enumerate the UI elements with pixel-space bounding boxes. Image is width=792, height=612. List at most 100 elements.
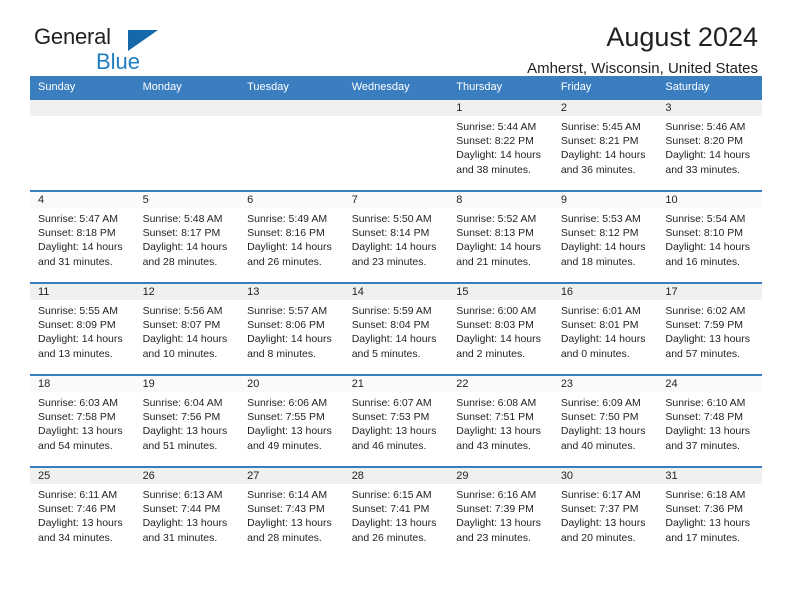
daylight-duration-line2: and 18 minutes. bbox=[560, 255, 636, 268]
calendar-day-cell[interactable]: 28 Sunrise: 6:15 AM Sunset: 7:41 PM Dayligh… bbox=[343, 466, 449, 558]
daylight-duration-line1: Daylight: 14 hours bbox=[456, 333, 541, 346]
weekday-header-tuesday: Tuesday bbox=[239, 76, 344, 99]
sunrise-time: Sunrise: 6:10 AM bbox=[665, 397, 746, 409]
calendar-day-cell[interactable]: 13 Sunrise: 5:57 AM Sunset: 8:06 PM Dayligh… bbox=[239, 282, 344, 375]
calendar-day-cell[interactable]: 3 Sunrise: 5:46 AM Sunset: 8:20 PM Daylight… bbox=[657, 98, 762, 191]
daylight-duration-line2: and 28 minutes. bbox=[247, 531, 322, 544]
day-details: Sunrise: 5:54 AM Sunset: 8:10 PM Daylight:… bbox=[657, 208, 762, 269]
calendar-day-cell[interactable]: 24 Sunrise: 6:10 AM Sunset: 7:48 PM Dayligh… bbox=[657, 374, 762, 467]
day-details: Sunrise: 5:55 AM Sunset: 8:09 PM Daylight:… bbox=[30, 300, 135, 361]
sunrise-time: Sunrise: 5:53 AM bbox=[560, 213, 641, 225]
day-details: Sunrise: 5:45 AM Sunset: 8:21 PM Daylight:… bbox=[553, 116, 658, 177]
daylight-duration-line1: Daylight: 14 hours bbox=[247, 241, 332, 254]
sunset-time: Sunset: 7:48 PM bbox=[665, 411, 744, 424]
day-details: Sunrise: 5:56 AM Sunset: 8:07 PM Daylight:… bbox=[135, 300, 240, 361]
sunset-time: Sunset: 7:46 PM bbox=[38, 503, 116, 516]
day-number: 22 bbox=[448, 376, 553, 392]
day-details: Sunrise: 5:52 AM Sunset: 8:13 PM Daylight:… bbox=[448, 208, 553, 269]
sunrise-time: Sunrise: 6:17 AM bbox=[560, 489, 641, 501]
sunrise-time: Sunrise: 5:52 AM bbox=[456, 213, 537, 225]
day-number: 5 bbox=[134, 192, 240, 208]
calendar-day-cell[interactable]: 4 Sunrise: 5:47 AM Sunset: 8:18 PM Daylight… bbox=[30, 190, 135, 283]
day-number: 26 bbox=[134, 468, 240, 484]
sunset-time: Sunset: 8:16 PM bbox=[247, 227, 325, 240]
calendar-day-cell[interactable]: 7 Sunrise: 5:50 AM Sunset: 8:14 PM Daylight… bbox=[343, 190, 449, 283]
sunrise-time: Sunrise: 6:16 AM bbox=[456, 489, 537, 501]
sunrise-time: Sunrise: 5:44 AM bbox=[456, 121, 537, 133]
calendar-day-cell[interactable]: 25 Sunrise: 6:11 AM Sunset: 7:46 PM Dayligh… bbox=[30, 466, 135, 558]
sunset-time: Sunset: 7:39 PM bbox=[456, 503, 534, 516]
sunset-time: Sunset: 8:17 PM bbox=[142, 227, 221, 240]
calendar-day-cell[interactable]: 26 Sunrise: 6:13 AM Sunset: 7:44 PM Dayligh… bbox=[134, 466, 240, 558]
calendar-day-cell[interactable]: 31 Sunrise: 6:18 AM Sunset: 7:36 PM Dayligh… bbox=[657, 466, 762, 558]
daylight-duration-line2: and 2 minutes. bbox=[456, 347, 526, 360]
calendar-day-cell[interactable]: 2 Sunrise: 5:45 AM Sunset: 8:21 PM Daylight… bbox=[552, 98, 658, 191]
calendar-day-cell[interactable]: 23 Sunrise: 6:09 AM Sunset: 7:50 PM Dayligh… bbox=[552, 374, 658, 467]
day-number: 9 bbox=[552, 192, 658, 208]
daylight-duration-line2: and 46 minutes. bbox=[351, 439, 427, 452]
calendar-day-cell[interactable]: 17 Sunrise: 6:02 AM Sunset: 7:59 PM Dayligh… bbox=[657, 282, 762, 375]
calendar-day-cell[interactable]: 8 Sunrise: 5:52 AM Sunset: 8:13 PM Daylight… bbox=[448, 190, 553, 283]
sunrise-time: Sunrise: 5:47 AM bbox=[38, 213, 118, 225]
day-details: Sunrise: 5:49 AM Sunset: 8:16 PM Daylight:… bbox=[239, 208, 344, 269]
sunset-time: Sunset: 7:56 PM bbox=[142, 411, 221, 424]
calendar-day-cell[interactable]: 14 Sunrise: 5:59 AM Sunset: 8:04 PM Dayligh… bbox=[343, 282, 449, 375]
calendar-empty-cell bbox=[30, 98, 135, 191]
sunset-time: Sunset: 8:09 PM bbox=[38, 319, 116, 332]
daylight-duration-line1: Daylight: 14 hours bbox=[351, 241, 437, 254]
calendar-page: General Blue August 2024 Amherst, Wiscon… bbox=[0, 0, 792, 612]
day-details: Sunrise: 6:14 AM Sunset: 7:43 PM Daylight:… bbox=[239, 484, 344, 545]
daylight-duration-line2: and 34 minutes. bbox=[38, 531, 113, 544]
daylight-duration-line2: and 0 minutes. bbox=[560, 347, 630, 360]
sunrise-time: Sunrise: 6:01 AM bbox=[560, 305, 641, 317]
calendar-day-cell[interactable]: 27 Sunrise: 6:14 AM Sunset: 7:43 PM Dayligh… bbox=[239, 466, 344, 558]
sunset-time: Sunset: 7:51 PM bbox=[456, 411, 534, 424]
sunrise-time: Sunrise: 5:45 AM bbox=[560, 121, 641, 133]
calendar-table: Sunday Monday Tuesday Wednesday Thursday… bbox=[30, 76, 762, 558]
calendar-day-cell[interactable]: 1 Sunrise: 5:44 AM Sunset: 8:22 PM Daylight… bbox=[448, 98, 553, 191]
calendar-day-cell[interactable]: 6 Sunrise: 5:49 AM Sunset: 8:16 PM Daylight… bbox=[239, 190, 344, 283]
calendar-day-cell[interactable]: 18 Sunrise: 6:03 AM Sunset: 7:58 PM Dayligh… bbox=[30, 374, 135, 467]
sunset-time: Sunset: 7:44 PM bbox=[142, 503, 221, 516]
calendar-day-cell[interactable]: 29 Sunrise: 6:16 AM Sunset: 7:39 PM Dayligh… bbox=[448, 466, 553, 558]
daylight-duration-line1: Daylight: 13 hours bbox=[665, 333, 751, 346]
calendar-day-cell[interactable]: 30 Sunrise: 6:17 AM Sunset: 7:37 PM Dayligh… bbox=[552, 466, 658, 558]
sunset-time: Sunset: 8:07 PM bbox=[142, 319, 221, 332]
sunset-time: Sunset: 8:14 PM bbox=[351, 227, 430, 240]
sunrise-time: Sunrise: 6:00 AM bbox=[456, 305, 537, 317]
sunset-time: Sunset: 7:37 PM bbox=[560, 503, 639, 516]
calendar-day-cell[interactable]: 12 Sunrise: 5:56 AM Sunset: 8:07 PM Dayligh… bbox=[134, 282, 240, 375]
calendar-body: 1 Sunrise: 5:44 AM Sunset: 8:22 PM Daylight… bbox=[30, 98, 762, 558]
calendar-day-cell[interactable]: 10 Sunrise: 5:54 AM Sunset: 8:10 PM Dayligh… bbox=[657, 190, 762, 283]
calendar-day-cell[interactable]: 5 Sunrise: 5:48 AM Sunset: 8:17 PM Daylight… bbox=[134, 190, 240, 283]
day-number: 1 bbox=[448, 100, 553, 116]
calendar-day-cell[interactable]: 15 Sunrise: 6:00 AM Sunset: 8:03 PM Dayligh… bbox=[448, 282, 553, 375]
calendar-day-cell[interactable]: 9 Sunrise: 5:53 AM Sunset: 8:12 PM Daylight… bbox=[552, 190, 658, 283]
sunrise-time: Sunrise: 5:57 AM bbox=[247, 305, 328, 317]
daylight-duration-line2: and 17 minutes. bbox=[665, 531, 741, 544]
daylight-duration-line1: Daylight: 13 hours bbox=[247, 425, 332, 438]
sunset-time: Sunset: 8:10 PM bbox=[665, 227, 744, 240]
daylight-duration-line2: and 49 minutes. bbox=[247, 439, 322, 452]
calendar-day-cell[interactable]: 22 Sunrise: 6:08 AM Sunset: 7:51 PM Dayligh… bbox=[448, 374, 553, 467]
day-number bbox=[134, 100, 240, 116]
calendar-day-cell[interactable]: 16 Sunrise: 6:01 AM Sunset: 8:01 PM Dayligh… bbox=[552, 282, 658, 375]
calendar-day-cell[interactable]: 11 Sunrise: 5:55 AM Sunset: 8:09 PM Dayligh… bbox=[30, 282, 135, 375]
day-number: 11 bbox=[30, 284, 135, 300]
calendar-week-row: 4 Sunrise: 5:47 AM Sunset: 8:18 PM Daylight… bbox=[30, 190, 762, 283]
sunset-time: Sunset: 8:03 PM bbox=[456, 319, 534, 332]
calendar-day-cell[interactable]: 21 Sunrise: 6:07 AM Sunset: 7:53 PM Dayligh… bbox=[343, 374, 449, 467]
page-title: August 2024 bbox=[606, 22, 758, 52]
day-number: 15 bbox=[448, 284, 553, 300]
daylight-duration-line1: Daylight: 13 hours bbox=[351, 425, 437, 438]
calendar-day-cell[interactable]: 19 Sunrise: 6:04 AM Sunset: 7:56 PM Dayligh… bbox=[134, 374, 240, 467]
day-number: 12 bbox=[134, 284, 240, 300]
sunrise-time: Sunrise: 6:15 AM bbox=[351, 489, 432, 501]
calendar-day-cell[interactable]: 20 Sunrise: 6:06 AM Sunset: 7:55 PM Dayligh… bbox=[239, 374, 344, 467]
day-details: Sunrise: 6:17 AM Sunset: 7:37 PM Daylight:… bbox=[553, 484, 658, 545]
sunset-time: Sunset: 8:12 PM bbox=[560, 227, 639, 240]
daylight-duration-line1: Daylight: 14 hours bbox=[456, 241, 541, 254]
daylight-duration-line1: Daylight: 14 hours bbox=[665, 149, 751, 162]
day-details: Sunrise: 5:44 AM Sunset: 8:22 PM Daylight:… bbox=[448, 116, 553, 177]
general-blue-logo[interactable]: General Blue bbox=[34, 26, 184, 78]
